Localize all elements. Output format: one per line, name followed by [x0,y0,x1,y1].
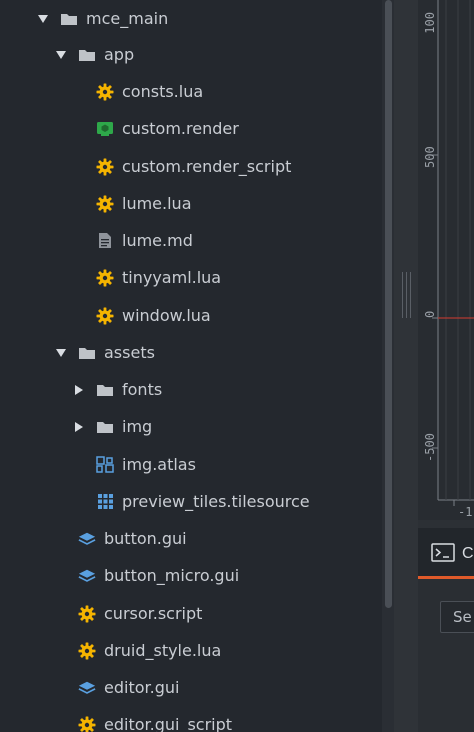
tree-item-label: editor.gui_script [104,715,233,732]
pane-resize-handle[interactable] [402,272,412,318]
gui-layers-icon [78,567,96,585]
chevron-right-icon[interactable] [72,420,86,434]
folder-icon [78,344,96,362]
tree-item-window-lua[interactable]: window.lua [0,297,382,334]
y-tick-label-500: 500 [423,146,437,168]
tree-scrollbar-thumb[interactable] [385,0,392,608]
tree-item-lume-md[interactable]: lume.md [0,222,382,259]
tree-item-editor-gui[interactable]: editor.gui [0,669,382,706]
y-tick-label-neg500: -500 [423,433,437,462]
script-gear-icon [78,605,96,623]
tree-item-lume-lua[interactable]: lume.lua [0,185,382,222]
tree-item-label: editor.gui [104,678,180,697]
tree-item-preview-tiles-tilesource[interactable]: preview_tiles.tilesource [0,483,382,520]
x-tick-label: -1 [458,505,472,519]
render-icon [96,120,114,138]
console-search-input[interactable]: Se [440,601,474,633]
gui-layers-icon [78,530,96,548]
tree-item-img[interactable]: img [0,408,382,445]
tree-item-label: img.atlas [122,455,196,474]
tree-item-cursor-script[interactable]: cursor.script [0,595,382,632]
script-gear-icon [96,195,114,213]
tree-item-label: button_micro.gui [104,566,240,585]
atlas-icon [96,456,114,474]
tree-item-label: mce_main [86,9,169,28]
tilesource-icon [96,493,114,511]
tree-item-label: preview_tiles.tilesource [122,492,310,511]
folder-icon [96,381,114,399]
terminal-icon [431,543,455,562]
tree-item-tinyyaml-lua[interactable]: tinyyaml.lua [0,259,382,296]
script-gear-icon [96,269,114,287]
y-tick-label-0: 0 [423,311,437,318]
tree-item-editor-gui-script[interactable]: editor.gui_script [0,706,382,732]
tree-item-custom-render-script[interactable]: custom.render_script [0,148,382,185]
folder-icon [60,10,78,28]
tree-item-label: fonts [122,380,163,399]
script-gear-icon [96,158,114,176]
folder-icon [78,46,96,64]
tree-item-label: assets [104,343,155,362]
console-area: Se [418,579,474,732]
tree-item-fonts[interactable]: fonts [0,371,382,408]
console-tab[interactable]: C [418,528,474,576]
tree-item-assets[interactable]: assets [0,334,382,371]
tree-item-img-atlas[interactable]: img.atlas [0,446,382,483]
chevron-down-icon[interactable] [36,12,50,26]
tree-scrollbar[interactable] [382,0,394,732]
tree-item-button-micro-gui[interactable]: button_micro.gui [0,557,382,594]
script-gear-icon [78,716,96,732]
tree-item-label: druid_style.lua [104,641,222,660]
tree-item-app[interactable]: app [0,36,382,73]
document-icon [96,232,114,250]
gui-layers-icon [78,679,96,697]
tree-item-label: button.gui [104,529,187,548]
tree-item-button-gui[interactable]: button.gui [0,520,382,557]
tree-item-label: app [104,45,135,64]
script-gear-icon [96,307,114,325]
tree-item-label: img [122,417,153,436]
tree-item-druid-style-lua[interactable]: druid_style.lua [0,632,382,669]
curve-editor-pane: 100 500 0 -500 -1 C Se [418,0,474,732]
pane-divider[interactable] [394,0,418,732]
tree-item-label: cursor.script [104,604,203,623]
tree-item-label: lume.md [122,231,193,250]
tree-item-custom-render[interactable]: custom.render [0,110,382,147]
tree-item-label: lume.lua [122,194,192,213]
tree-item-mce-main[interactable]: mce_main [0,0,382,37]
project-tree-panel: mce_mainapp consts.lua custom.render custom… [0,0,382,732]
tree-item-label: window.lua [122,306,211,325]
folder-icon [96,418,114,436]
tree-item-consts-lua[interactable]: consts.lua [0,73,382,110]
chevron-down-icon[interactable] [54,346,68,360]
console-tab-label: C [462,545,474,562]
tree-item-label: custom.render_script [122,157,292,176]
console-tab-bar: C [418,528,474,576]
tree-item-label: consts.lua [122,82,204,101]
tree-item-label: tinyyaml.lua [122,268,222,287]
chevron-down-icon[interactable] [54,48,68,62]
script-gear-icon [78,642,96,660]
curve-plot-svg: 100 500 0 -500 -1 [423,0,474,519]
chevron-right-icon[interactable] [72,383,86,397]
y-tick-label-100: 100 [423,12,437,34]
tree-item-label: custom.render [122,119,239,138]
script-gear-icon [96,83,114,101]
curve-plot[interactable]: 100 500 0 -500 -1 [418,0,474,520]
